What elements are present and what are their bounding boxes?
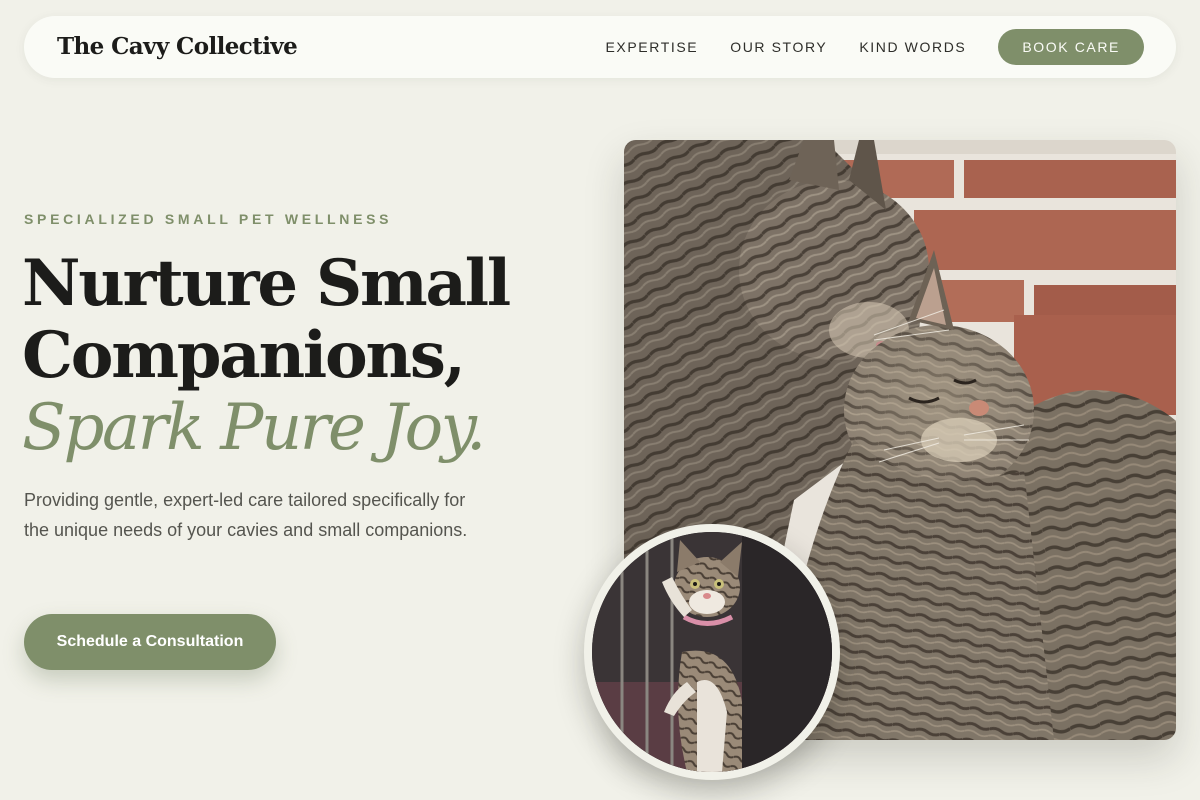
brand-logo[interactable]: The Cavy Collective <box>57 16 298 78</box>
top-navigation-bar: The Cavy Collective EXPERTISE OUR STORY … <box>24 16 1176 78</box>
hero-eyebrow: SPECIALIZED SMALL PET WELLNESS <box>24 211 393 227</box>
kitten-climbing-cage-photo <box>584 524 840 780</box>
schedule-consultation-button[interactable]: Schedule a Consultation <box>24 614 276 670</box>
hero-description: Providing gentle, expert-led care tailor… <box>24 490 468 540</box>
hero-headline: Nurture Small Companions, Spark Pure Joy… <box>22 246 511 465</box>
kitten-climbing-cage-illustration <box>592 532 832 772</box>
hero-headline-accent: Spark Pure Joy. <box>22 391 486 465</box>
nav-links: EXPERTISE OUR STORY KIND WORDS BOOK CARE <box>605 29 1144 65</box>
nav-link-expertise[interactable]: EXPERTISE <box>605 39 698 55</box>
hero-headline-line-2: Companions, <box>22 318 466 393</box>
hero-headline-line-1: Nurture Small <box>22 246 511 321</box>
nav-link-kind-words[interactable]: KIND WORDS <box>859 39 966 55</box>
book-care-button[interactable]: BOOK CARE <box>998 29 1144 65</box>
nav-link-our-story[interactable]: OUR STORY <box>730 39 827 55</box>
